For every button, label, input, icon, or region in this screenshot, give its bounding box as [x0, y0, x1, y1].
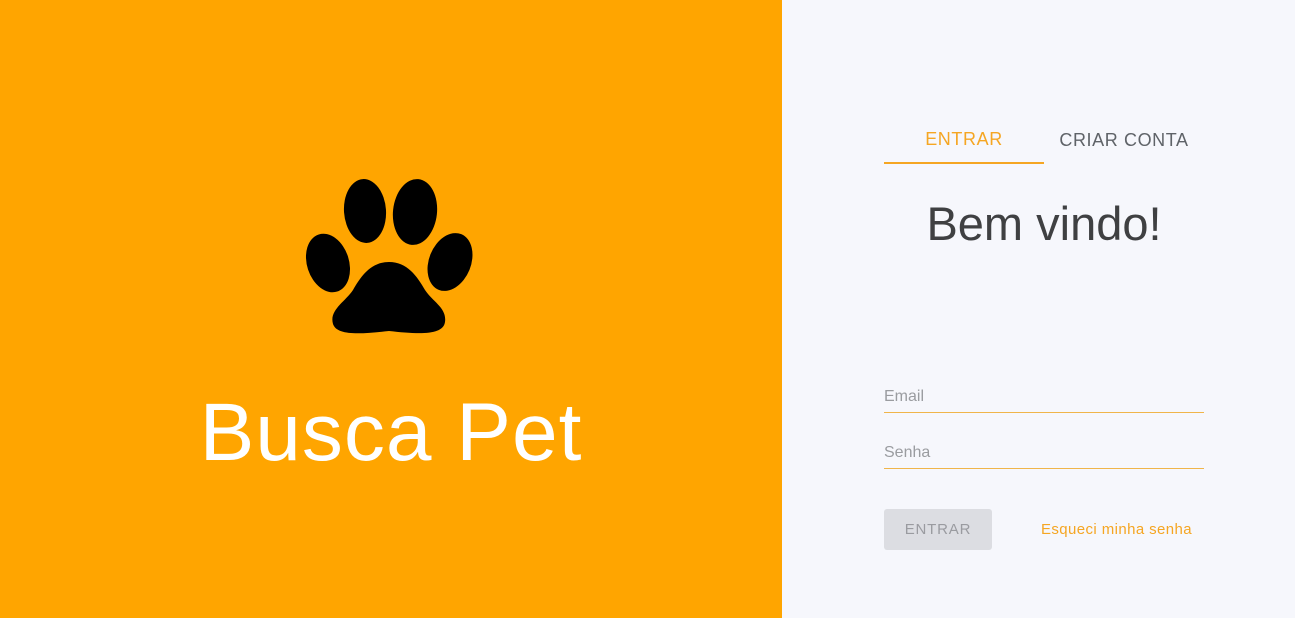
login-form-panel: ENTRAR CRIAR CONTA Bem vindo! ENTRAR Esq…	[782, 0, 1295, 618]
tab-criar-conta[interactable]: CRIAR CONTA	[1044, 116, 1204, 164]
login-button[interactable]: ENTRAR	[884, 509, 992, 550]
auth-tabs: ENTRAR CRIAR CONTA	[884, 116, 1204, 164]
login-page: Busca Pet ENTRAR CRIAR CONTA Bem vindo! …	[0, 0, 1295, 618]
password-field[interactable]	[884, 439, 1204, 467]
email-field-wrapper	[884, 383, 1204, 413]
email-field[interactable]	[884, 383, 1204, 411]
brand-panel: Busca Pet	[0, 0, 782, 618]
tab-entrar[interactable]: ENTRAR	[884, 116, 1044, 164]
forgot-password-link[interactable]: Esqueci minha senha	[1041, 521, 1192, 538]
paw-icon	[305, 179, 473, 334]
brand-title: Busca Pet	[199, 387, 583, 478]
welcome-heading: Bem vindo!	[926, 197, 1162, 250]
password-field-wrapper	[884, 439, 1204, 469]
